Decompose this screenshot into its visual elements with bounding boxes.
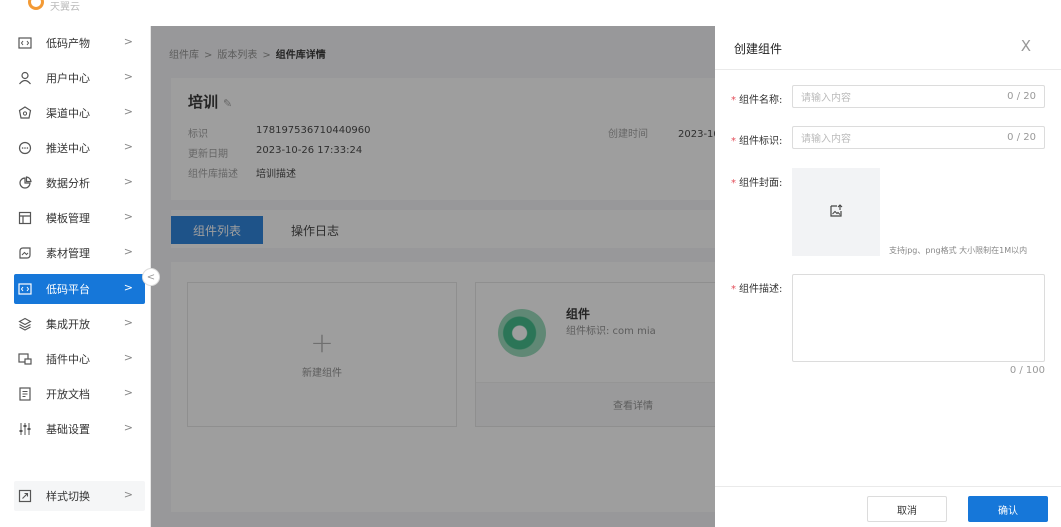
cover-upload-box[interactable]	[792, 168, 880, 256]
component-name-count: 0 / 20	[1007, 91, 1036, 102]
pie-chart-icon	[18, 176, 32, 190]
sidebar-item-basic-settings[interactable]: 基础设置 >	[14, 414, 145, 444]
chevron-right-icon: >	[123, 245, 133, 258]
required-mark: *	[731, 284, 736, 295]
sidebar-item-label: 模板管理	[46, 212, 90, 225]
sidebar-item-lowcode-products[interactable]: 低码产物 >	[14, 28, 145, 58]
sidebar-item-label: 数据分析	[46, 177, 90, 190]
cancel-button[interactable]: 取消	[867, 496, 947, 522]
chevron-right-icon: >	[123, 105, 133, 118]
divider	[715, 69, 1061, 70]
confirm-button[interactable]: 确认	[968, 496, 1048, 522]
sidebar-item-data-analysis[interactable]: 数据分析 >	[14, 168, 145, 198]
sidebar-item-label: 推送中心	[46, 142, 90, 155]
component-key-count: 0 / 20	[1007, 132, 1036, 143]
sidebar-item-channel-center[interactable]: 渠道中心 >	[14, 98, 145, 128]
required-mark: *	[731, 95, 736, 106]
chevron-right-icon: >	[123, 35, 133, 48]
component-key-label-text: 组件标识:	[739, 136, 783, 147]
image-upload-icon	[828, 203, 844, 222]
sidebar-item-label: 低码平台	[46, 283, 90, 296]
sidebar-item-label: 插件中心	[46, 353, 90, 366]
component-desc-count: 0 / 100	[1009, 365, 1045, 376]
sidebar-item-label: 样式切换	[46, 490, 90, 503]
component-key-placeholder: 请输入内容	[801, 134, 851, 145]
create-component-drawer: 创建组件 X * 组件名称: 请输入内容 0 / 20 * 组件标识: 请输入内容 …	[715, 26, 1061, 527]
component-name-label-text: 组件名称:	[739, 95, 783, 106]
template-icon	[18, 211, 32, 225]
sidebar-item-label: 开放文档	[46, 388, 90, 401]
chevron-right-icon: >	[123, 210, 133, 223]
chevron-right-icon: >	[123, 386, 133, 399]
sidebar-item-label: 低码产物	[46, 37, 90, 50]
brand-name: 天翼云	[50, 2, 80, 13]
component-name-label: * 组件名称:	[731, 91, 782, 106]
component-desc-label: * 组件描述:	[731, 280, 782, 295]
sidebar-item-plugin-center[interactable]: 插件中心 >	[14, 344, 145, 374]
sidebar-item-label: 集成开放	[46, 318, 90, 331]
component-cover-label: * 组件封面:	[731, 174, 782, 189]
user-icon	[18, 71, 32, 85]
sidebar-item-label: 用户中心	[46, 72, 90, 85]
logo: 天翼云	[0, 0, 160, 26]
component-name-placeholder: 请输入内容	[801, 93, 851, 104]
cover-upload-hint: 支持jpg、png格式 大小限制在1M以内	[889, 246, 1028, 255]
chevron-right-icon: >	[123, 488, 133, 501]
sidebar-item-template-management[interactable]: 模板管理 >	[14, 203, 145, 233]
close-icon[interactable]: X	[1021, 37, 1031, 55]
required-mark: *	[731, 178, 736, 189]
logo-icon	[28, 0, 44, 10]
chevron-right-icon: >	[123, 140, 133, 153]
plugin-icon	[18, 352, 32, 366]
chevron-right-icon: >	[123, 316, 133, 329]
sidebar-item-label: 渠道中心	[46, 107, 90, 120]
sidebar-item-label: 基础设置	[46, 423, 90, 436]
style-switch-icon	[18, 489, 32, 503]
sidebar: 低码产物 > 用户中心 > 渠道中心 > 推送中心 > 数据分析 > 模板管理 …	[0, 26, 151, 527]
drawer-title: 创建组件	[734, 42, 783, 56]
material-icon	[18, 246, 32, 260]
chevron-right-icon: >	[123, 175, 133, 188]
settings-sliders-icon	[18, 422, 32, 436]
component-key-input[interactable]: 请输入内容 0 / 20	[792, 126, 1045, 149]
component-name-input[interactable]: 请输入内容 0 / 20	[792, 85, 1045, 108]
sidebar-item-lowcode-platform[interactable]: 低码平台 >	[14, 274, 145, 304]
sidebar-item-material-management[interactable]: 素材管理 >	[14, 238, 145, 268]
code-box-icon	[18, 36, 32, 50]
code-box-icon	[18, 282, 32, 296]
component-cover-label-text: 组件封面:	[739, 178, 783, 189]
layers-icon	[18, 317, 32, 331]
sidebar-item-label: 素材管理	[46, 247, 90, 260]
sidebar-item-style-switch[interactable]: 样式切换 >	[14, 481, 145, 511]
divider	[715, 486, 1061, 487]
sidebar-item-push-center[interactable]: 推送中心 >	[14, 133, 145, 163]
sidebar-item-integration[interactable]: 集成开放 >	[14, 309, 145, 339]
component-key-label: * 组件标识:	[731, 132, 782, 147]
component-desc-label-text: 组件描述:	[739, 284, 783, 295]
message-icon	[18, 141, 32, 155]
required-mark: *	[731, 136, 736, 147]
chevron-right-icon: >	[123, 281, 133, 294]
sidebar-item-open-docs[interactable]: 开放文档 >	[14, 379, 145, 409]
chevron-right-icon: >	[123, 351, 133, 364]
sidebar-item-user-center[interactable]: 用户中心 >	[14, 63, 145, 93]
sidebar-collapse-button[interactable]: <	[142, 268, 160, 286]
chevron-right-icon: >	[123, 70, 133, 83]
component-desc-textarea[interactable]	[792, 274, 1045, 362]
document-icon	[18, 387, 32, 401]
chevron-right-icon: >	[123, 421, 133, 434]
channel-icon	[18, 106, 32, 120]
